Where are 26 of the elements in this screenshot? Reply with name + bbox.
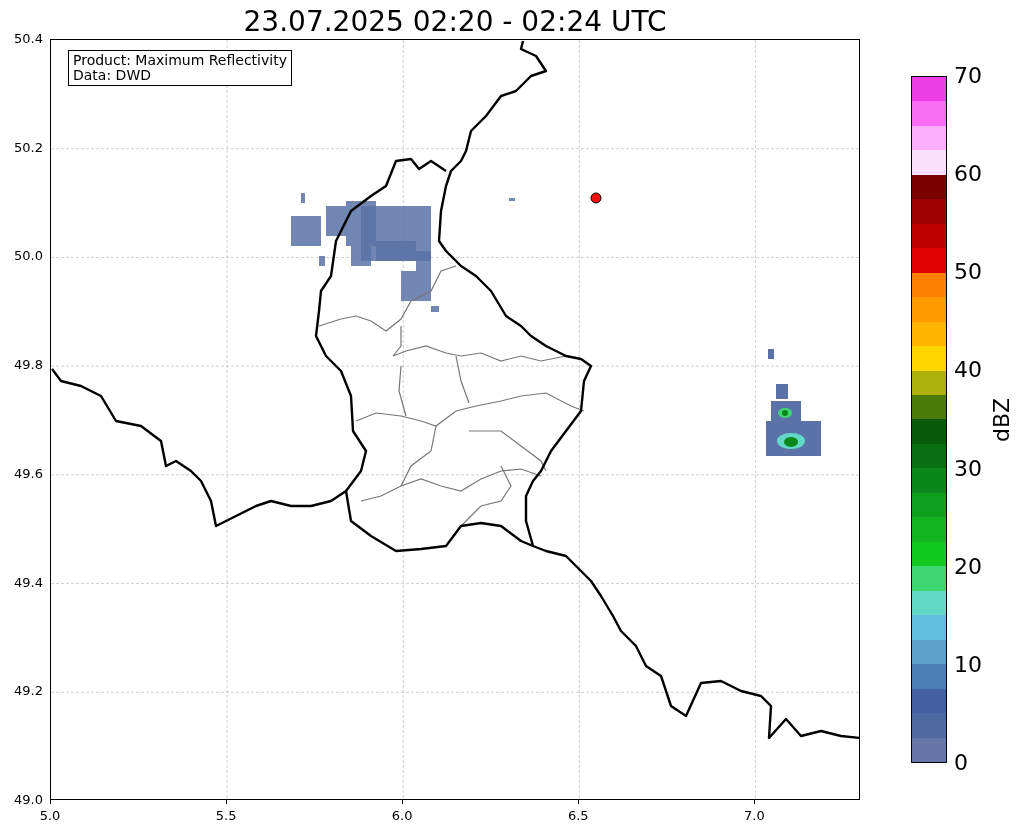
chart-title: 23.07.2025 02:20 - 02:24 UTC <box>243 4 667 40</box>
x-tick-label: 5.0 <box>39 809 61 823</box>
y-tick-label: 49.2 <box>13 684 43 699</box>
info-text: Product: Maximum Reflectivity <box>73 53 287 68</box>
colorbar-tick-label: 10 <box>954 652 982 677</box>
colorbar-tick-label: 0 <box>954 751 968 775</box>
info-text: Data: DWD <box>73 68 152 83</box>
x-tick-label: 7.0 <box>744 809 765 823</box>
y-tick-label: 50.4 <box>13 32 43 46</box>
y-tick-label: 50.2 <box>13 140 43 155</box>
location-marker-icon <box>590 192 602 204</box>
y-tick-label: 50.0 <box>13 249 43 264</box>
colorbar-tick-label: 30 <box>954 456 982 481</box>
colorbar-label: dBZ <box>990 397 1015 443</box>
colorbar-tick-label: 70 <box>954 64 982 88</box>
y-tick-label: 49.0 <box>13 793 43 807</box>
colorbar-tick-label: 50 <box>954 260 982 285</box>
x-tick-label: 6.0 <box>391 809 413 823</box>
colorbar-tick-label: 20 <box>954 554 982 579</box>
colorbar-tick-label: 40 <box>954 358 982 383</box>
y-tick-label: 49.4 <box>13 575 43 590</box>
y-tick-label: 49.6 <box>13 466 43 481</box>
y-tick-label: 49.8 <box>13 358 43 373</box>
x-tick-label: 5.5 <box>215 809 237 823</box>
colorbar-tick-label: 60 <box>954 162 982 187</box>
x-tick-label: 6.5 <box>567 809 589 823</box>
